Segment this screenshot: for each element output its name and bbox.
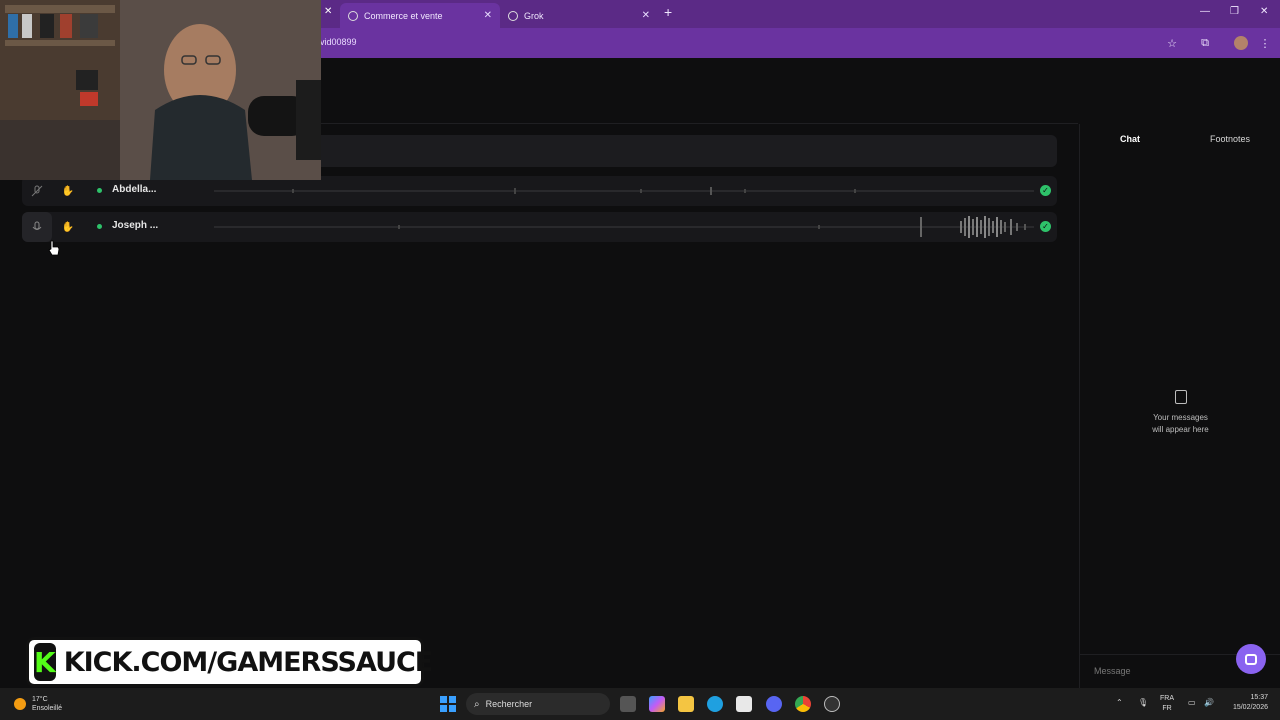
chatgpt-favicon-icon: [348, 10, 358, 21]
kick-logo-icon: K: [34, 643, 56, 681]
chrome-icon[interactable]: [795, 696, 811, 712]
file-explorer-icon[interactable]: [678, 696, 694, 712]
taskbar-search[interactable]: ⌕ Rechercher: [466, 693, 610, 715]
tab-grok[interactable]: Grok ✕: [500, 3, 658, 28]
participant-row: ✋ Abdella... ✓: [22, 176, 1057, 206]
search-label: Rechercher: [485, 699, 533, 709]
tab-chat[interactable]: Chat: [1120, 134, 1140, 144]
profile-avatar-icon[interactable]: [1233, 35, 1249, 51]
webcam-overlay: [0, 0, 321, 180]
copilot-icon[interactable]: [649, 696, 665, 712]
time: 15:37: [1250, 694, 1268, 701]
sidebar-tabs: Chat Footnotes: [1080, 124, 1280, 156]
minimize-icon[interactable]: —: [1200, 6, 1210, 17]
weather-widget[interactable]: 17°C Ensoleillé: [14, 695, 62, 713]
audio-waveform: [214, 216, 1034, 238]
raise-hand-icon[interactable]: ✋: [60, 183, 76, 199]
microsoft-store-icon[interactable]: [736, 696, 752, 712]
mic-muted-icon[interactable]: [29, 183, 45, 199]
webcam-feed: [0, 0, 321, 180]
participant-name: Joseph ...: [112, 220, 159, 231]
task-view-icon[interactable]: [620, 696, 636, 712]
obs-icon[interactable]: [824, 696, 840, 712]
search-icon: ⌕: [474, 698, 480, 710]
support-chat-button[interactable]: [1236, 644, 1266, 674]
new-tab-plus-icon[interactable]: +: [664, 4, 672, 20]
close-tab-icon[interactable]: ✕: [484, 10, 492, 21]
tab-label: Commerce et vente: [364, 10, 443, 21]
audio-waveform: [214, 187, 1034, 195]
url-text[interactable]: vid00899: [320, 37, 357, 47]
mic-icon[interactable]: [22, 212, 52, 242]
network-icon[interactable]: ▭: [1188, 698, 1196, 707]
date: 15/02/2026: [1232, 704, 1268, 711]
hand-cursor-icon: [48, 240, 60, 256]
message-document-icon: [1174, 390, 1187, 404]
kick-banner: K KICK.COM/GAMERSSAUCE: [26, 637, 433, 687]
lang-code: FRA: [1160, 695, 1174, 702]
browser-menu-icon[interactable]: ⋮: [1257, 35, 1273, 51]
bookmark-star-icon[interactable]: ☆: [1164, 35, 1180, 51]
edge-icon[interactable]: [707, 696, 723, 712]
close-previous-tab-icon[interactable]: ✕: [324, 6, 332, 17]
windows-taskbar: 17°C Ensoleillé ⌕ Rechercher ⌃ 🎙 FRA FR …: [0, 688, 1280, 720]
discord-icon[interactable]: [766, 696, 782, 712]
weather-status: Ensoleillé: [32, 705, 62, 712]
temperature: 17°C: [32, 696, 48, 703]
tab-label: Grok: [524, 10, 544, 21]
windows-start-icon[interactable]: [440, 696, 456, 712]
empty-line-1: Your messages: [1153, 413, 1208, 422]
online-status-dot: [97, 188, 102, 193]
restore-icon[interactable]: ❐: [1230, 6, 1239, 17]
kick-channel-text: KICK.COM/GAMERSSAUCE: [63, 646, 434, 678]
participant-name: Abdella...: [112, 184, 157, 195]
online-status-dot: [97, 224, 102, 229]
language-indicator[interactable]: FRA FR: [1160, 694, 1174, 714]
empty-chat-state: Your messages will appear here: [1080, 390, 1280, 436]
close-tab-icon[interactable]: ✕: [642, 10, 650, 21]
chat-bubble-icon: [1245, 653, 1257, 665]
close-window-icon[interactable]: ✕: [1260, 6, 1268, 17]
extensions-icon[interactable]: ⧉: [1197, 35, 1213, 51]
empty-line-2: will appear here: [1152, 425, 1209, 434]
sun-icon: [14, 698, 26, 710]
keyboard-layout: FR: [1162, 705, 1172, 712]
screen: ✕ Commerce et vente ✕ Grok ✕ + — ❐ ✕ vid…: [0, 0, 1280, 720]
tab-footnotes[interactable]: Footnotes: [1210, 134, 1250, 144]
participant-row: ✋ Joseph ... ✓: [22, 212, 1057, 242]
microphone-tray-icon[interactable]: 🎙: [1138, 698, 1148, 707]
tab-commerce-et-vente[interactable]: Commerce et vente ✕: [340, 3, 500, 28]
clock[interactable]: 15:37 15/02/2026: [1222, 693, 1268, 713]
chat-sidebar: Chat Footnotes Your messages will appear…: [1079, 124, 1280, 688]
connected-check-icon: ✓: [1040, 221, 1051, 232]
message-placeholder: Message: [1094, 666, 1131, 676]
show-hidden-icons-icon[interactable]: ⌃: [1116, 698, 1123, 707]
grok-favicon-icon: [508, 10, 518, 21]
raise-hand-icon[interactable]: ✋: [60, 219, 76, 235]
volume-icon[interactable]: 🔊: [1204, 698, 1214, 707]
connected-check-icon: ✓: [1040, 185, 1051, 196]
